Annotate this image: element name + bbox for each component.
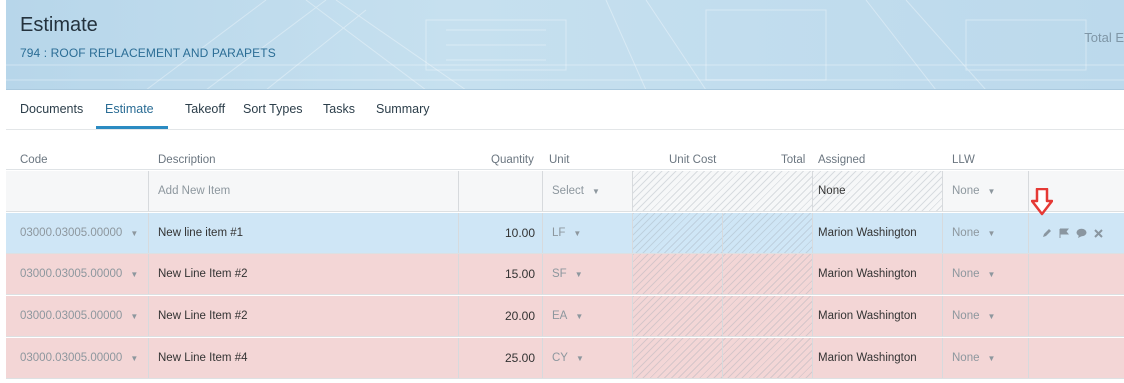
cost-cells-hatched (633, 171, 812, 211)
chevron-down-icon: ▼ (987, 353, 996, 363)
column-header-description[interactable]: Description (158, 154, 216, 166)
row-actions (1042, 213, 1103, 253)
quantity-cell[interactable]: 20.00 (458, 296, 535, 336)
code-select[interactable]: 03000.03005.00000 ▼ (20, 296, 138, 336)
code-select[interactable]: 03000.03005.00000 ▼ (20, 213, 138, 253)
llw-select-label: None (952, 185, 980, 197)
code-select[interactable]: 03000.03005.00000 ▼ (20, 254, 138, 294)
unit-value: CY (552, 352, 568, 364)
add-new-item-input[interactable]: Add New Item (158, 171, 230, 211)
project-subtitle: 794 : ROOF REPLACEMENT AND PARAPETS (20, 46, 276, 60)
column-header-quantity[interactable]: Quantity (491, 154, 534, 166)
llw-select[interactable]: None ▼ (952, 171, 995, 211)
assigned-cell[interactable]: Marion Washington (818, 254, 917, 294)
llw-select[interactable]: None ▼ (952, 338, 995, 378)
assigned-cell[interactable]: Marion Washington (818, 338, 917, 378)
tab-summary[interactable]: Summary (376, 102, 429, 116)
assigned-cell[interactable]: None (813, 171, 942, 211)
description-cell[interactable]: New line item #1 (158, 213, 243, 253)
unit-value: LF (552, 227, 566, 239)
blueprint-background (6, 0, 1124, 89)
assigned-cell[interactable]: Marion Washington (818, 213, 917, 253)
chevron-down-icon: ▼ (987, 269, 996, 279)
page-title: Estimate (20, 14, 98, 36)
chevron-down-icon: ▼ (575, 353, 584, 363)
tab-tasks[interactable]: Tasks (323, 102, 355, 116)
page-banner: Estimate 794 : ROOF REPLACEMENT AND PARA… (6, 0, 1124, 90)
column-header-assigned[interactable]: Assigned (818, 154, 865, 166)
grid-header: Code Description Quantity Unit Unit Cost… (6, 130, 1124, 170)
unit-select[interactable]: EA ▼ (552, 296, 583, 336)
total-estimate-label: Total E (1084, 30, 1124, 45)
llw-select[interactable]: None ▼ (952, 296, 995, 336)
assigned-cell[interactable]: Marion Washington (818, 296, 917, 336)
pencil-icon[interactable] (1042, 228, 1052, 238)
llw-value: None (952, 352, 980, 364)
annotation-arrow-icon (1031, 188, 1053, 216)
chevron-down-icon: ▼ (130, 353, 139, 363)
description-cell[interactable]: New Line Item #2 (158, 296, 248, 336)
code-value: 03000.03005.00000 (20, 227, 123, 239)
column-header-total[interactable]: Total (781, 154, 805, 166)
code-value: 03000.03005.00000 (20, 268, 123, 280)
llw-value: None (952, 268, 980, 280)
add-item-row: None Add New Item Select ▼ None ▼ (6, 171, 1124, 212)
column-header-unit-cost[interactable]: Unit Cost (669, 154, 716, 166)
flag-icon[interactable] (1059, 228, 1069, 238)
unit-value: SF (552, 268, 567, 280)
chevron-down-icon: ▼ (575, 311, 584, 321)
chevron-down-icon: ▼ (130, 311, 139, 321)
chevron-down-icon: ▼ (130, 228, 139, 238)
tab-estimate[interactable]: Estimate (105, 102, 154, 116)
unit-select[interactable]: LF ▼ (552, 213, 581, 253)
column-header-llw[interactable]: LLW (952, 154, 975, 166)
llw-value: None (952, 310, 980, 322)
chevron-down-icon: ▼ (573, 228, 582, 238)
close-icon[interactable] (1094, 228, 1103, 238)
tab-bar: Documents Estimate Takeoff Sort Types Ta… (6, 90, 1124, 130)
column-header-code[interactable]: Code (20, 154, 48, 166)
unit-select[interactable]: Select ▼ (552, 171, 600, 211)
quantity-cell[interactable]: 25.00 (458, 338, 535, 378)
chevron-down-icon: ▼ (987, 228, 996, 238)
table-row[interactable]: 03000.03005.00000 ▼ New Line Item #2 20.00 E… (6, 296, 1124, 337)
chevron-down-icon: ▼ (987, 311, 996, 321)
code-select[interactable]: 03000.03005.00000 ▼ (20, 338, 138, 378)
unit-select[interactable]: SF ▼ (552, 254, 583, 294)
chevron-down-icon: ▼ (574, 269, 583, 279)
tab-sort-types[interactable]: Sort Types (243, 102, 303, 116)
code-value: 03000.03005.00000 (20, 352, 123, 364)
llw-value: None (952, 227, 980, 239)
quantity-cell[interactable]: 10.00 (458, 213, 535, 253)
quantity-cell[interactable]: 15.00 (458, 254, 535, 294)
llw-select[interactable]: None ▼ (952, 213, 995, 253)
chevron-down-icon: ▼ (130, 269, 139, 279)
code-value: 03000.03005.00000 (20, 310, 123, 322)
unit-select-label: Select (552, 185, 584, 197)
unit-value: EA (552, 310, 568, 322)
tab-documents[interactable]: Documents (20, 102, 83, 116)
assigned-value: None (818, 185, 846, 197)
comment-icon[interactable] (1076, 228, 1087, 238)
chevron-down-icon: ▼ (591, 186, 600, 196)
table-row[interactable]: 03000.03005.00000 ▼ New Line Item #4 25.00 C… (6, 338, 1124, 379)
chevron-down-icon: ▼ (987, 186, 996, 196)
tab-takeoff[interactable]: Takeoff (185, 102, 225, 116)
column-header-unit[interactable]: Unit (549, 154, 569, 166)
llw-select[interactable]: None ▼ (952, 254, 995, 294)
table-row[interactable]: 03000.03005.00000 ▼ New Line Item #2 15.00 S… (6, 254, 1124, 295)
unit-select[interactable]: CY ▼ (552, 338, 584, 378)
description-cell[interactable]: New Line Item #2 (158, 254, 248, 294)
table-row[interactable]: 03000.03005.00000 ▼ New line item #1 10.00 L… (6, 213, 1124, 254)
description-cell[interactable]: New Line Item #4 (158, 338, 248, 378)
active-tab-indicator (96, 126, 168, 129)
